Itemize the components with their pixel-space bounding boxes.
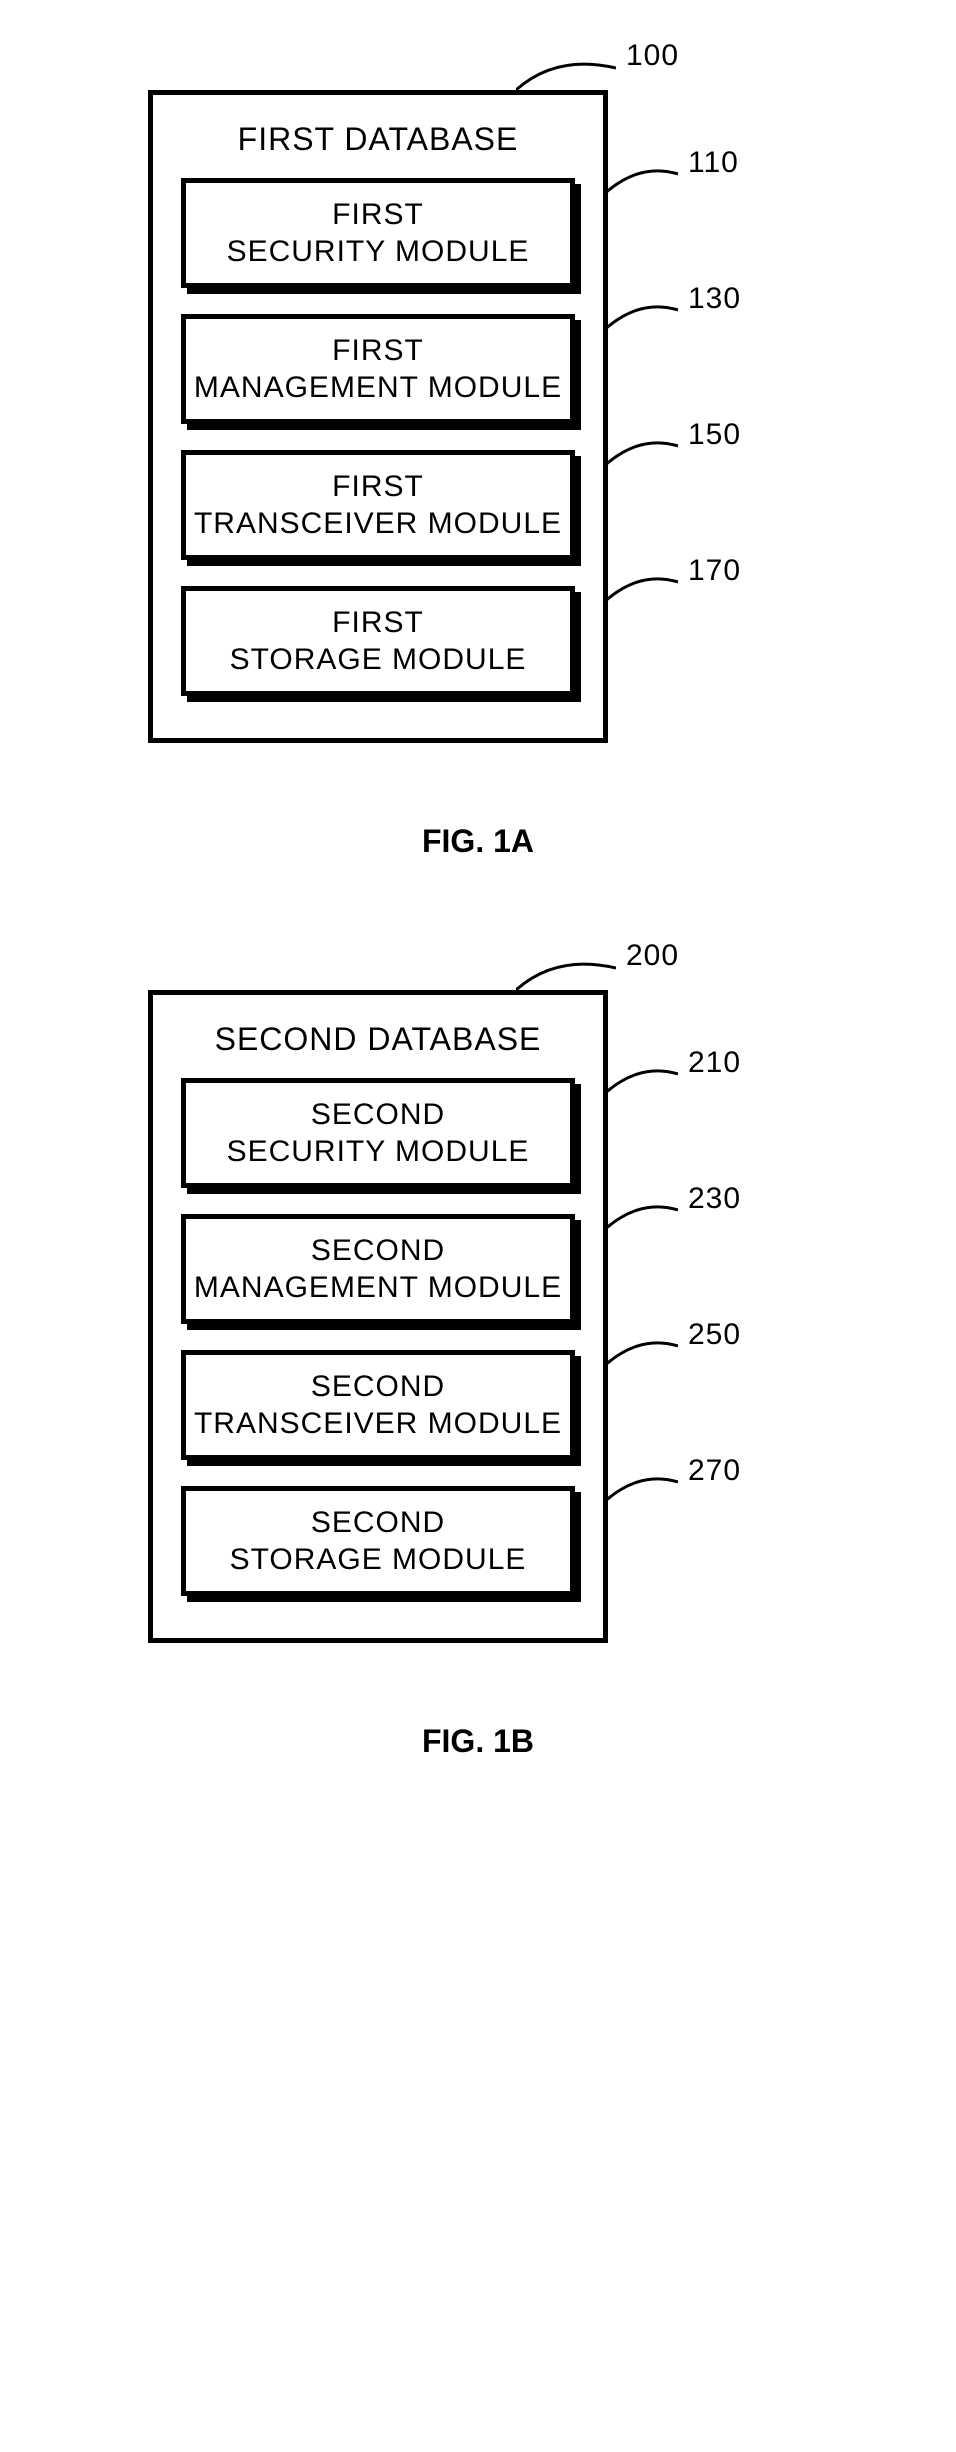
module-line1: FIRST	[332, 334, 424, 367]
reference-number: 110	[688, 146, 739, 180]
leader-curve-icon	[516, 54, 616, 90]
second-security-module: SECOND SECURITY MODULE	[181, 1078, 575, 1188]
module-line2: MANAGEMENT MODULE	[194, 1271, 562, 1304]
first-storage-module: FIRST STORAGE MODULE	[181, 586, 575, 696]
figure-1b: 200 SECOND DATABASE SECOND SECURITY MODU…	[148, 990, 808, 1760]
reference-leader: 130	[608, 298, 741, 332]
figure-caption: FIG. 1A	[422, 823, 534, 860]
figure-caption: FIG. 1B	[422, 1723, 534, 1760]
reference-number: 250	[688, 1318, 741, 1352]
leader-curve-icon	[608, 1062, 678, 1096]
module-line1: FIRST	[332, 470, 424, 503]
first-security-module: FIRST SECURITY MODULE	[181, 178, 575, 288]
first-management-module: FIRST MANAGEMENT MODULE	[181, 314, 575, 424]
diagram-row-1b: 200 SECOND DATABASE SECOND SECURITY MODU…	[148, 990, 808, 1643]
module-line1: SECOND	[311, 1370, 445, 1403]
leader-curve-icon	[608, 1198, 678, 1232]
reference-number: 170	[688, 554, 741, 588]
reference-leader: 210	[608, 1062, 741, 1096]
module-line2: SECURITY MODULE	[227, 1135, 530, 1168]
module-label: SECOND SECURITY MODULE	[227, 1096, 530, 1171]
module-label: SECOND MANAGEMENT MODULE	[194, 1232, 562, 1307]
leader-curve-icon	[608, 434, 678, 468]
second-storage-module: SECOND STORAGE MODULE	[181, 1486, 575, 1596]
reference-leader: 270	[608, 1470, 741, 1504]
reference-number: 230	[688, 1182, 741, 1216]
leader-curve-icon	[608, 1334, 678, 1368]
outer-box-title: SECOND DATABASE	[181, 1021, 575, 1058]
module-line1: SECOND	[311, 1098, 445, 1131]
module-line2: TRANSCEIVER MODULE	[194, 507, 562, 540]
module-line2: STORAGE MODULE	[230, 1543, 527, 1576]
outer-box-title: FIRST DATABASE	[181, 121, 575, 158]
reference-number: 100	[626, 39, 679, 73]
module-label: FIRST STORAGE MODULE	[230, 604, 527, 679]
module-label: SECOND STORAGE MODULE	[230, 1504, 527, 1579]
module-label: FIRST MANAGEMENT MODULE	[194, 332, 562, 407]
reference-leader-outer: 100	[516, 54, 679, 90]
module-line1: SECOND	[311, 1506, 445, 1539]
reference-leader: 110	[608, 162, 739, 196]
reference-leader: 250	[608, 1334, 741, 1368]
reference-leader-outer: 200	[516, 954, 679, 990]
leader-curve-icon	[608, 570, 678, 604]
second-management-module: SECOND MANAGEMENT MODULE	[181, 1214, 575, 1324]
module-line1: FIRST	[332, 198, 424, 231]
reference-number: 200	[626, 939, 679, 973]
reference-number: 130	[688, 282, 741, 316]
module-line2: SECURITY MODULE	[227, 235, 530, 268]
module-label: SECOND TRANSCEIVER MODULE	[194, 1368, 562, 1443]
leader-curve-icon	[608, 162, 678, 196]
second-database-box: SECOND DATABASE SECOND SECURITY MODULE S…	[148, 990, 608, 1643]
module-line2: MANAGEMENT MODULE	[194, 371, 562, 404]
module-line1: FIRST	[332, 606, 424, 639]
reference-leader: 150	[608, 434, 741, 468]
reference-leader: 230	[608, 1198, 741, 1232]
outer-box-wrap-1a: 100 FIRST DATABASE FIRST SECURITY MODULE…	[148, 90, 608, 743]
leader-curve-icon	[608, 1470, 678, 1504]
reference-number: 150	[688, 418, 741, 452]
reference-number: 270	[688, 1454, 741, 1488]
first-transceiver-module: FIRST TRANSCEIVER MODULE	[181, 450, 575, 560]
second-transceiver-module: SECOND TRANSCEIVER MODULE	[181, 1350, 575, 1460]
page: 100 FIRST DATABASE FIRST SECURITY MODULE…	[0, 0, 956, 1900]
module-line2: TRANSCEIVER MODULE	[194, 1407, 562, 1440]
module-label: FIRST SECURITY MODULE	[227, 196, 530, 271]
module-line1: SECOND	[311, 1234, 445, 1267]
leader-curve-icon	[516, 954, 616, 990]
leader-curve-icon	[608, 298, 678, 332]
first-database-box: FIRST DATABASE FIRST SECURITY MODULE FIR…	[148, 90, 608, 743]
figure-1a: 100 FIRST DATABASE FIRST SECURITY MODULE…	[148, 90, 808, 860]
outer-box-wrap-1b: 200 SECOND DATABASE SECOND SECURITY MODU…	[148, 990, 608, 1643]
reference-number: 210	[688, 1046, 741, 1080]
module-label: FIRST TRANSCEIVER MODULE	[194, 468, 562, 543]
diagram-row-1a: 100 FIRST DATABASE FIRST SECURITY MODULE…	[148, 90, 808, 743]
module-line2: STORAGE MODULE	[230, 643, 527, 676]
reference-leader: 170	[608, 570, 741, 604]
